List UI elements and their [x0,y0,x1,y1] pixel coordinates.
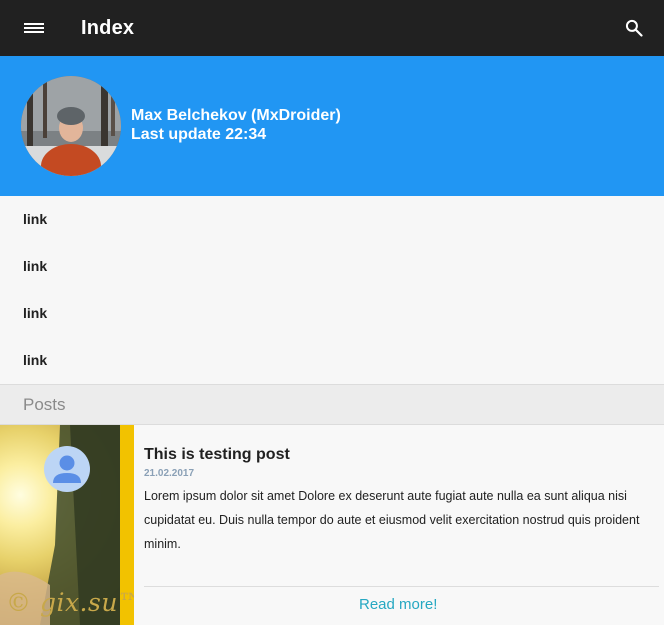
app-bar: Index [0,0,664,56]
post-date: 21.02.2017 [144,468,195,479]
profile-name: Max Belchekov (MxDroider) [131,107,341,124]
profile-header: Max Belchekov (MxDroider) Last update 22… [0,56,664,196]
page-title: Index [81,16,135,39]
search-icon [625,19,643,37]
profile-info: Max Belchekov (MxDroider) Last update 22… [131,106,341,144]
menu-icon [24,21,44,35]
last-update-text: Last update 22:34 [131,126,267,143]
watermark-text: © gix.su™ [6,588,134,617]
nav-links: link link link link [0,196,664,384]
read-more-link[interactable]: Read more! [359,596,437,613]
post-excerpt: Lorem ipsum dolor sit amet Dolore ex des… [144,489,640,551]
nav-link[interactable]: link [0,290,664,337]
post-title[interactable]: This is testing post [144,446,290,464]
post-divider [144,586,659,587]
menu-button[interactable] [6,0,62,56]
person-placeholder-icon [44,446,90,492]
nav-link[interactable]: link [0,196,664,243]
search-button[interactable] [618,12,650,44]
avatar [21,76,121,176]
post-body: This is testing post 21.02.2017 Lorem ip… [144,425,659,625]
posts-header-label: Posts [23,395,66,414]
post-thumbnail[interactable]: © gix.su™ [0,425,134,625]
avatar-photo [21,76,121,176]
post-card: © gix.su™ This is testing post 21.02.201… [0,425,664,625]
nav-link[interactable]: link [0,337,664,384]
posts-section-header: Posts [0,384,664,425]
nav-link[interactable]: link [0,243,664,290]
